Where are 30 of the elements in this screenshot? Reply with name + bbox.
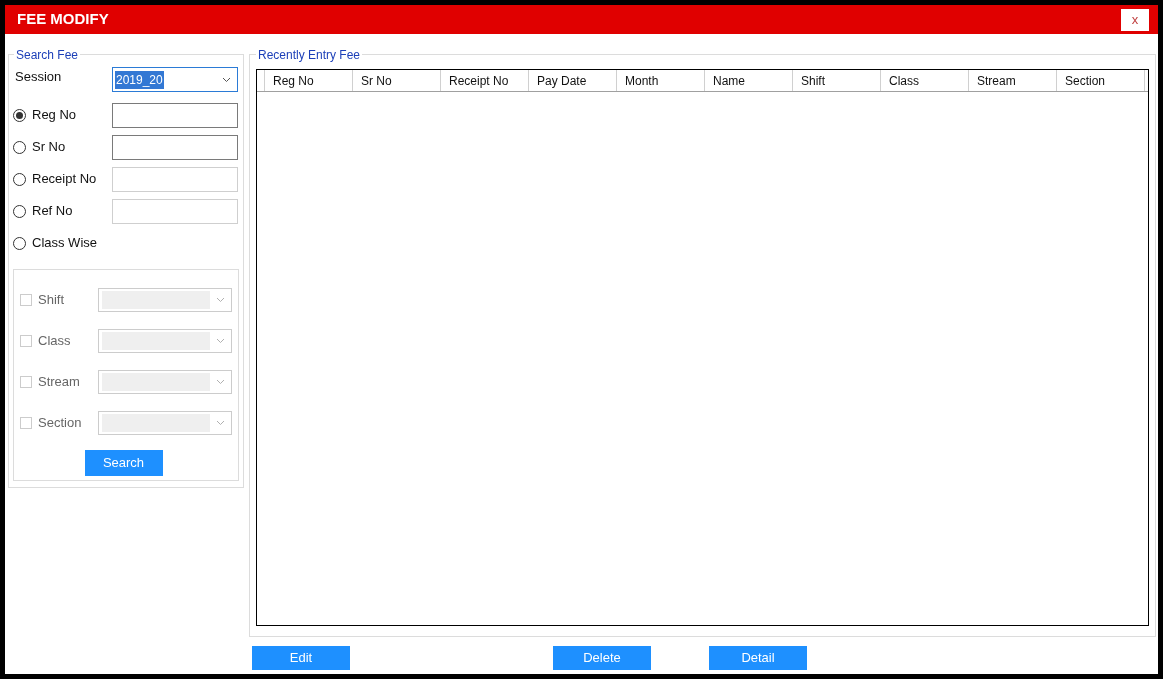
session-label: Session (15, 68, 62, 86)
chevron-down-icon (216, 378, 225, 385)
radio-label: Class Wise (32, 234, 97, 253)
column-header[interactable]: Reg No (265, 70, 353, 91)
column-header[interactable]: Shift (793, 70, 881, 91)
column-header[interactable]: Stream (969, 70, 1057, 91)
close-button[interactable]: x (1121, 8, 1149, 31)
session-dropdown[interactable]: 2019_20 (112, 67, 238, 92)
filter-label: Stream (38, 372, 80, 391)
radio-label: Sr No (32, 138, 66, 157)
column-header[interactable]: Class (881, 70, 969, 91)
chevron-down-icon (216, 296, 225, 303)
filter-label: Class (38, 331, 71, 350)
column-header[interactable]: Receipt No (441, 70, 529, 91)
chevron-down-icon (216, 419, 225, 426)
input-field[interactable] (112, 134, 238, 160)
radio-label: Reg No (32, 106, 77, 125)
filter-label: Shift (38, 290, 64, 309)
chevron-down-icon (216, 337, 225, 344)
filter-label: Section (38, 413, 82, 432)
input-field[interactable] (112, 102, 238, 128)
radio-label: Ref No (32, 202, 73, 221)
column-header[interactable]: Section (1057, 70, 1145, 91)
column-header[interactable]: Sr No (353, 70, 441, 91)
window-title: FEE MODIFY (17, 9, 109, 30)
column-header[interactable]: Month (617, 70, 705, 91)
radio-label: Receipt No (32, 170, 97, 189)
chevron-down-icon (222, 76, 231, 83)
column-header[interactable]: Name (705, 70, 793, 91)
column-header[interactable]: Pay Date (529, 70, 617, 91)
